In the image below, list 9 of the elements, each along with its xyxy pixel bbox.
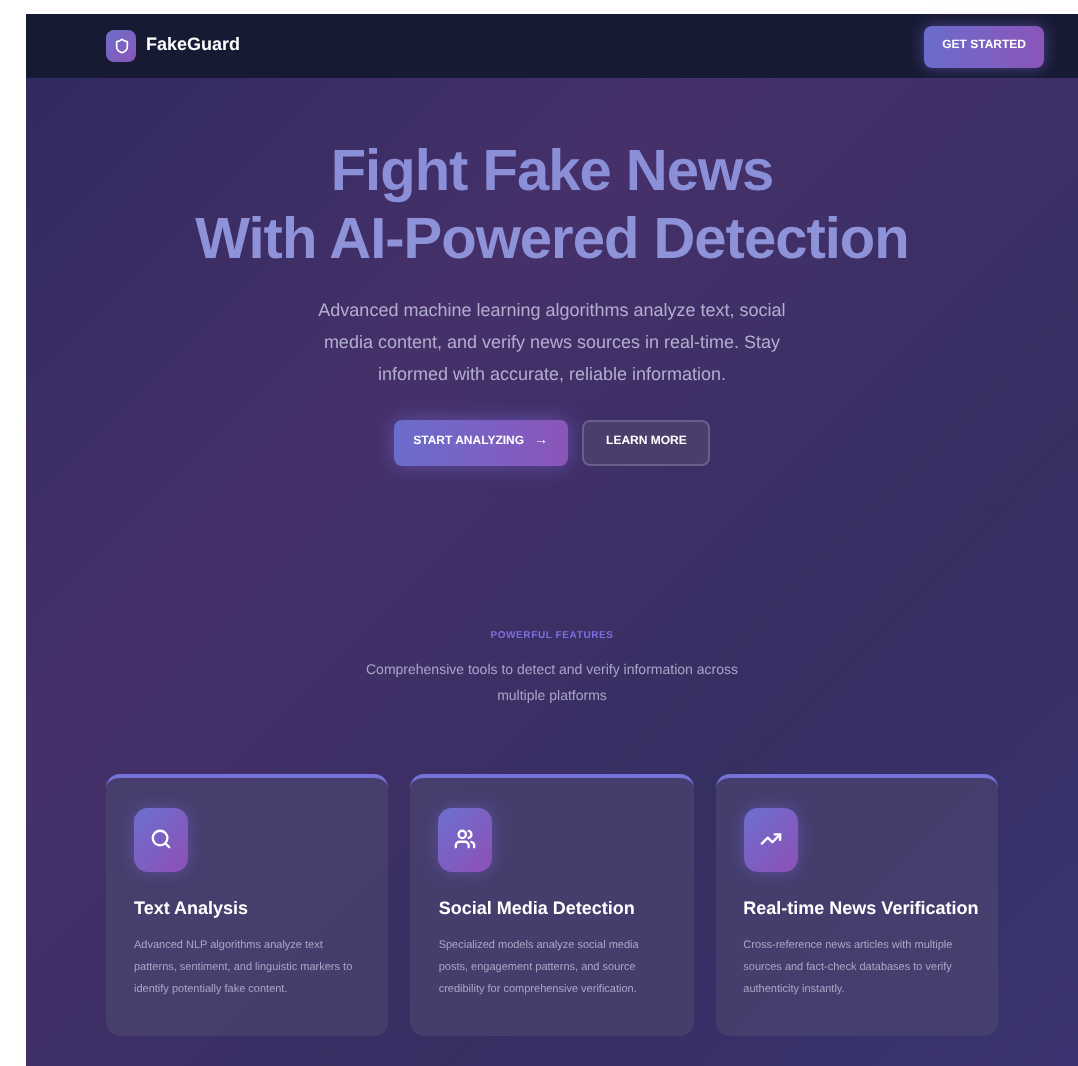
trending-up-icon	[759, 828, 782, 850]
feature-title: Text Analysis	[134, 895, 251, 922]
logo-icon	[106, 30, 136, 62]
people-icon	[454, 828, 477, 850]
hero-description: Advanced machine learning algorithms analyze text, social media content, and verify news sources in real-time. Stay informed with accurate, reliable information.	[316, 298, 788, 388]
feature-title: Social Media Detection	[438, 895, 637, 921]
brand-name: FakeGuard	[146, 32, 241, 59]
hero-title: Fight Fake News With AI-Powered Detection	[195, 138, 909, 274]
search-icon	[150, 828, 172, 850]
